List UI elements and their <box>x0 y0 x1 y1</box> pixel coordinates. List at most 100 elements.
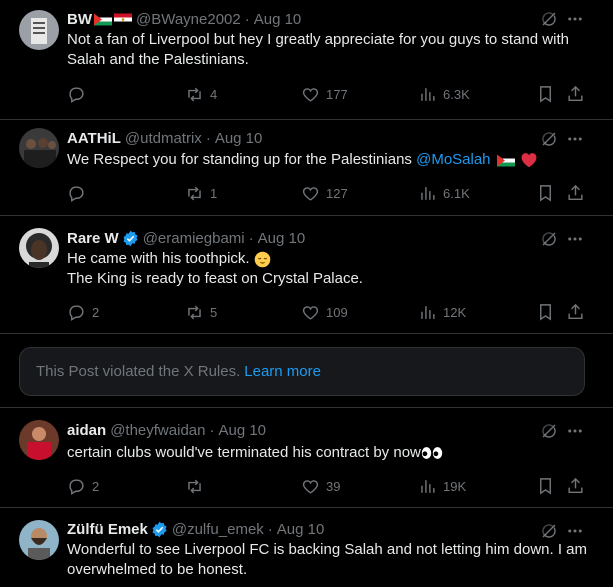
heart-icon <box>302 305 319 320</box>
post-aidan[interactable]: aidan @theyfwaidan · Aug 10 certain club… <box>0 408 613 508</box>
display-name[interactable]: Zülfü Emek <box>67 521 148 538</box>
view-count: 19K <box>443 478 467 494</box>
share-icon[interactable] <box>566 302 585 322</box>
display-name[interactable]: Rare W <box>67 230 119 247</box>
post-text-line: He came with his toothpick. <box>67 250 254 267</box>
like-button[interactable]: 127 <box>301 183 348 203</box>
handle[interactable]: @theyfwaidan <box>110 422 205 439</box>
reply-count: 2 <box>92 304 100 320</box>
reply-icon <box>69 304 84 321</box>
egypt-flag-icon <box>114 13 132 25</box>
verified-badge-icon <box>152 521 167 537</box>
like-button[interactable]: 39 <box>301 476 340 496</box>
relieved-face-icon <box>254 251 271 267</box>
grok-icon[interactable] <box>540 10 558 28</box>
reply-button[interactable] <box>67 183 92 203</box>
mention-link[interactable]: @MoSalah <box>416 151 490 168</box>
post-rarew[interactable]: Rare W @eramiegbami · Aug 10 He came wit… <box>0 216 613 334</box>
grok-icon[interactable] <box>540 230 558 248</box>
palestine-flag-icon <box>94 13 112 25</box>
handle[interactable]: @BWayne2002 <box>136 11 241 28</box>
avatar[interactable] <box>19 228 59 268</box>
views-icon <box>421 186 435 200</box>
avatar[interactable] <box>19 520 59 560</box>
post-actions: 1 127 6.1K <box>0 183 613 203</box>
bookmark-icon[interactable] <box>536 476 555 496</box>
views-button[interactable]: 19K <box>418 476 466 496</box>
view-count: 6.1K <box>443 185 470 201</box>
grok-icon[interactable] <box>540 130 558 148</box>
post-text: Wonderful to see Liverpool FC is backing… <box>67 541 588 578</box>
more-options-icon[interactable] <box>566 10 584 28</box>
more-options-icon[interactable] <box>566 230 584 248</box>
heart-icon <box>302 87 319 102</box>
share-icon[interactable] <box>566 84 585 104</box>
display-name[interactable]: aidan <box>67 422 106 439</box>
palestine-flag-icon <box>496 154 515 167</box>
more-options-icon[interactable] <box>566 522 584 540</box>
post-header: Rare W @eramiegbami · Aug 10 <box>67 228 305 248</box>
separator-dot: · <box>209 421 215 439</box>
post-actions: 4 177 6.3K <box>0 84 613 104</box>
reply-button[interactable]: 2 <box>67 476 99 496</box>
display-name[interactable]: AATHiL <box>67 130 121 147</box>
share-icon[interactable] <box>566 183 585 203</box>
views-button[interactable]: 6.3K <box>418 84 470 104</box>
post-text: We Respect you for standing up for the P… <box>67 150 597 170</box>
post-date[interactable]: Aug 10 <box>258 230 306 247</box>
post-date[interactable]: Aug 10 <box>254 11 302 28</box>
bookmark-icon[interactable] <box>536 183 555 203</box>
post-bwayne[interactable]: BW @BWayne2002 · Aug 10 Not a fan of Liv… <box>0 0 613 120</box>
views-icon <box>421 87 435 101</box>
handle[interactable]: @zulfu_emek <box>172 521 264 538</box>
post-date[interactable]: Aug 10 <box>277 521 325 538</box>
post-text: He came with his toothpick. The King is … <box>67 249 597 289</box>
heart-icon <box>302 186 319 201</box>
like-count: 177 <box>326 86 348 102</box>
avatar[interactable] <box>19 420 59 460</box>
separator-dot: · <box>244 10 250 28</box>
repost-button[interactable]: 4 <box>185 84 217 104</box>
like-button[interactable]: 177 <box>301 84 348 104</box>
avatar[interactable] <box>19 128 59 168</box>
repost-button[interactable] <box>185 476 210 496</box>
post-date[interactable]: Aug 10 <box>218 422 266 439</box>
learn-more-link[interactable]: Learn more <box>244 363 321 380</box>
post-header: AATHiL @utdmatrix · Aug 10 <box>67 128 262 148</box>
post-actions: 2 39 19K <box>0 476 613 496</box>
reply-button[interactable]: 2 <box>67 302 99 322</box>
post-text: Not a fan of Liverpool but hey I greatly… <box>67 31 569 68</box>
violation-text: This Post violated the X Rules. <box>36 363 241 380</box>
repost-button[interactable]: 1 <box>185 183 217 203</box>
post-header: aidan @theyfwaidan · Aug 10 <box>67 420 266 440</box>
repost-count: 4 <box>210 86 218 102</box>
avatar[interactable] <box>19 10 59 50</box>
views-button[interactable]: 12K <box>418 302 466 322</box>
repost-button[interactable]: 5 <box>185 302 217 322</box>
more-options-icon[interactable] <box>566 130 584 148</box>
more-options-icon[interactable] <box>566 422 584 440</box>
bookmark-icon[interactable] <box>536 302 555 322</box>
bookmark-icon[interactable] <box>536 84 555 104</box>
post-actions: 2 5 109 12K <box>0 302 613 322</box>
views-button[interactable]: 6.1K <box>418 183 470 203</box>
post-text-body: certain clubs would've terminated his co… <box>67 444 421 461</box>
repost-count: 1 <box>210 185 218 201</box>
handle[interactable]: @utdmatrix <box>125 130 202 147</box>
grok-icon[interactable] <box>540 422 558 440</box>
post-aathil[interactable]: AATHiL @utdmatrix · Aug 10 We Respect yo… <box>0 120 613 216</box>
grok-icon[interactable] <box>540 522 558 540</box>
handle[interactable]: @eramiegbami <box>143 230 245 247</box>
like-count: 39 <box>326 478 341 494</box>
separator-dot: · <box>267 520 273 538</box>
share-icon[interactable] <box>566 476 585 496</box>
post-date[interactable]: Aug 10 <box>215 130 263 147</box>
post-text-body: We Respect you for standing up for the P… <box>67 151 417 168</box>
repost-count: 5 <box>210 304 218 320</box>
like-button[interactable]: 109 <box>301 302 348 322</box>
reply-button[interactable] <box>67 84 92 104</box>
post-zulfu[interactable]: Zülfü Emek @zulfu_emek · Aug 10 Wonderfu… <box>0 508 613 587</box>
post-text: certain clubs would've terminated his co… <box>67 443 597 463</box>
display-name[interactable]: BW <box>67 11 92 28</box>
reply-icon <box>69 185 84 202</box>
